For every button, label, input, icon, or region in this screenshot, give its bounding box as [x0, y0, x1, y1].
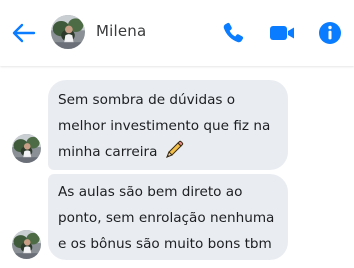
message-line: e os bônus são muito bons tbm [58, 236, 272, 252]
contact-avatar[interactable] [51, 15, 85, 49]
call-button[interactable] [218, 18, 248, 48]
message-bubble[interactable]: As aulas são bem direto ao ponto, sem en… [48, 174, 288, 260]
info-button[interactable] [315, 18, 345, 48]
message-line: Sem sombra de dúvidas o [58, 92, 236, 108]
sender-avatar[interactable] [12, 134, 41, 163]
message-line: As aulas são bem direto ao [58, 184, 243, 200]
chat-header: Milena [0, 0, 354, 66]
sender-avatar[interactable] [12, 230, 41, 259]
message-bubble[interactable]: Sem sombra de dúvidas o melhor investime… [48, 80, 288, 170]
message-line: ponto, sem enrolação nenhuma [58, 210, 275, 226]
back-button[interactable] [10, 19, 38, 47]
video-call-button[interactable] [267, 18, 297, 48]
message-line: melhor investimento que fiz na [58, 118, 271, 134]
video-camera-icon [270, 26, 294, 40]
message-line-text: minha carreira [58, 144, 158, 160]
phone-icon [223, 22, 244, 43]
pencil-icon [164, 140, 184, 169]
info-icon [319, 22, 341, 44]
arrow-left-icon [12, 23, 36, 43]
message-line: minha carreira [58, 139, 288, 169]
contact-name[interactable]: Milena [96, 22, 146, 40]
